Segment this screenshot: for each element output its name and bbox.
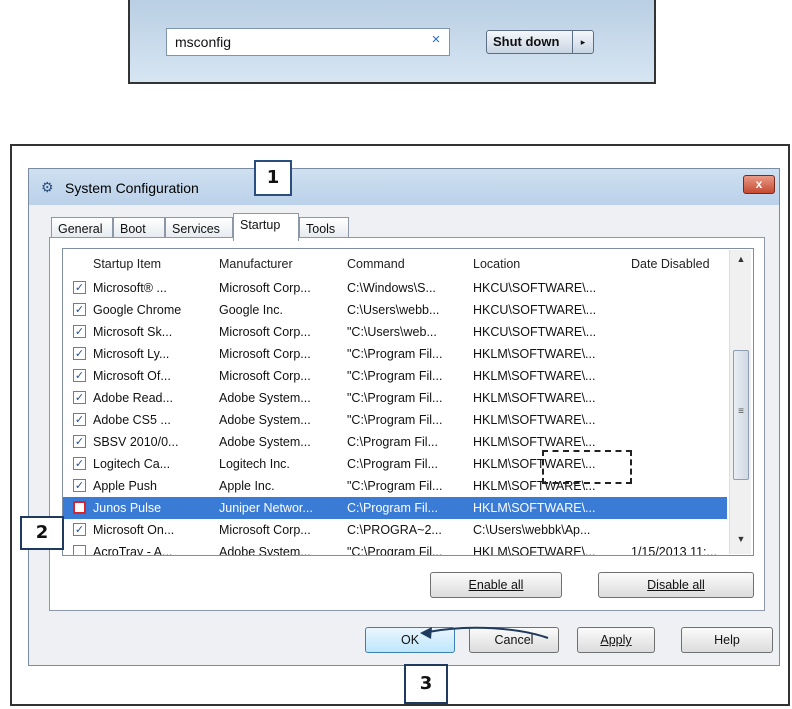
callout-arrow-overlay (420, 626, 549, 639)
tab-startup[interactable]: Startup (233, 213, 299, 241)
callout-step-1: 1 (254, 160, 292, 196)
arrow-to-ok-line (427, 626, 549, 639)
callout-step-3: 3 (404, 664, 448, 704)
arrow-to-ok-head (420, 627, 432, 639)
callout-step-2: 2 (20, 516, 64, 550)
